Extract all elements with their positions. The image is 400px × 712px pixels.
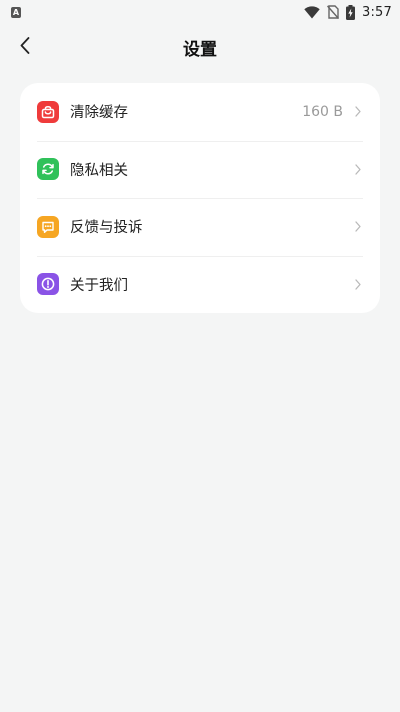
page-title: 设置 bbox=[183, 40, 217, 60]
no-sim-icon bbox=[327, 5, 339, 19]
settings-item-label: 反馈与投诉 bbox=[70, 220, 143, 237]
status-bar: A 3:57 bbox=[0, 0, 400, 24]
battery-charging-icon bbox=[346, 4, 355, 20]
settings-item-clear-cache[interactable]: 清除缓存 160 B bbox=[20, 83, 380, 141]
settings-item-label: 隐私相关 bbox=[70, 162, 128, 179]
cache-size-value: 160 B bbox=[302, 103, 343, 120]
shopping-bag-icon bbox=[37, 100, 59, 123]
settings-item-about-us[interactable]: 关于我们 bbox=[20, 255, 380, 314]
chevron-right-icon bbox=[353, 278, 363, 290]
settings-item-privacy[interactable]: 隐私相关 bbox=[20, 140, 380, 199]
chevron-right-icon bbox=[353, 163, 363, 175]
settings-item-label: 关于我们 bbox=[70, 277, 128, 294]
settings-screen: A 3:57 设置 清除缓存 160 B 隐私相关 反馈与投诉 关于我们 bbox=[0, 0, 400, 712]
info-icon bbox=[37, 273, 59, 296]
settings-item-label: 清除缓存 bbox=[70, 105, 128, 122]
chevron-right-icon bbox=[353, 221, 363, 233]
settings-item-feedback[interactable]: 反馈与投诉 bbox=[20, 198, 380, 256]
chat-bubble-icon bbox=[37, 215, 59, 238]
notification-app-icon: A bbox=[11, 6, 21, 18]
refresh-icon bbox=[37, 158, 59, 181]
header-bar: 设置 bbox=[0, 24, 400, 68]
settings-card: 清除缓存 160 B 隐私相关 反馈与投诉 关于我们 bbox=[20, 83, 380, 313]
clock: 3:57 bbox=[362, 4, 392, 20]
chevron-right-icon bbox=[353, 106, 363, 118]
wifi-icon bbox=[304, 5, 320, 19]
